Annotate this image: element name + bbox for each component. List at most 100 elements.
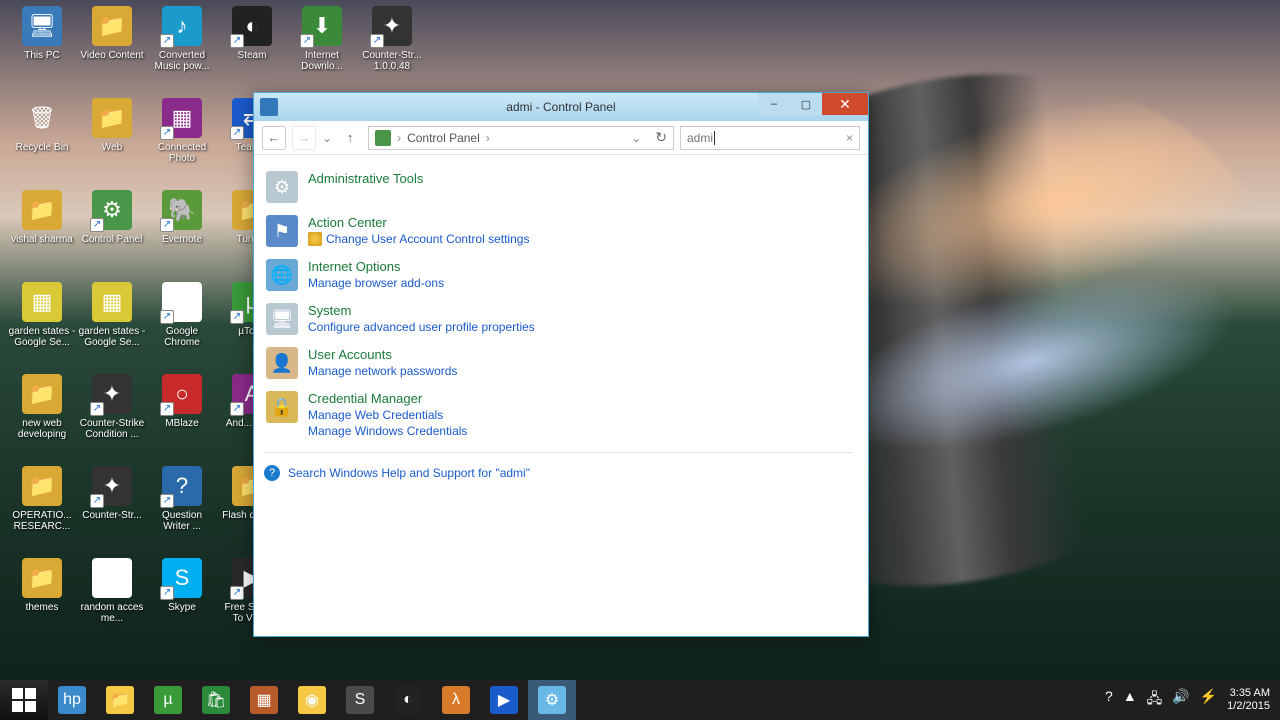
desktop-icon[interactable]: 📁themes bbox=[8, 556, 76, 634]
search-input[interactable]: admi × bbox=[680, 126, 860, 150]
result-title[interactable]: Credential Manager bbox=[308, 391, 467, 406]
taskbar-utorrent[interactable]: µ bbox=[144, 680, 192, 720]
app-icon: ✦↗ bbox=[92, 374, 132, 414]
breadcrumb-sep: › bbox=[486, 131, 490, 145]
clear-search-button[interactable]: × bbox=[846, 131, 853, 145]
desktop-icon[interactable]: 🖥This PC bbox=[8, 4, 76, 82]
search-help-link[interactable]: ?Search Windows Help and Support for "ad… bbox=[264, 452, 852, 481]
results-panel: ⚙Administrative Tools⚑Action CenterChang… bbox=[254, 155, 868, 636]
minimize-button[interactable]: – bbox=[758, 93, 790, 115]
app-icon: 📁 bbox=[22, 190, 62, 230]
result-title[interactable]: Internet Options bbox=[308, 259, 444, 274]
icon-label: Evernote bbox=[148, 234, 216, 245]
titlebar[interactable]: admi - Control Panel – ▢ ✕ bbox=[254, 93, 868, 121]
date: 1/2/2015 bbox=[1227, 700, 1270, 713]
result-title[interactable]: Action Center bbox=[308, 215, 529, 230]
desktop-icon[interactable]: 📁new web developing bbox=[8, 372, 76, 450]
tray-icon[interactable]: ⚡ bbox=[1200, 688, 1217, 712]
taskbar-media[interactable]: ▶ bbox=[480, 680, 528, 720]
back-button[interactable]: ← bbox=[262, 126, 286, 150]
app-icon: 🐘↗ bbox=[162, 190, 202, 230]
result-sublink[interactable]: Manage Web Credentials bbox=[308, 408, 467, 422]
result-title[interactable]: User Accounts bbox=[308, 347, 457, 362]
tray-icon[interactable]: 🖧 bbox=[1147, 688, 1163, 712]
result-sublink[interactable]: Configure advanced user profile properti… bbox=[308, 320, 535, 334]
result-title[interactable]: System bbox=[308, 303, 535, 318]
desktop-icon[interactable]: 📁OPERATIO... RESEARC... bbox=[8, 464, 76, 542]
system-tray: ? ▲ 🖧 🔊 ⚡ 3:35 AM 1/2/2015 bbox=[1105, 687, 1280, 713]
taskbar-app-icon: ▶ bbox=[490, 686, 518, 714]
icon-label: garden states - Google Se... bbox=[78, 326, 146, 348]
taskbar-app-icon: 📁 bbox=[106, 686, 134, 714]
desktop-icon[interactable]: ♪↗Converted Music pow... bbox=[148, 4, 216, 82]
breadcrumb-sep: › bbox=[397, 131, 401, 145]
up-button[interactable]: ↑ bbox=[338, 126, 362, 150]
desktop-icon[interactable]: ▦ garden states - Google Se... bbox=[78, 280, 146, 358]
result-icon: 👤 bbox=[266, 347, 298, 379]
taskbar-explorer[interactable]: 📁 bbox=[96, 680, 144, 720]
shortcut-arrow-icon: ↗ bbox=[160, 126, 174, 140]
address-bar[interactable]: › Control Panel › ⌄ ↻ bbox=[368, 126, 674, 150]
app-icon: ◐↗ bbox=[232, 6, 272, 46]
taskbar-sublime[interactable]: S bbox=[336, 680, 384, 720]
desktop-icon[interactable]: ?↗Question Writer ... bbox=[148, 464, 216, 542]
desktop-icon[interactable]: ⚙↗Control Panel bbox=[78, 188, 146, 266]
taskbar-control-panel[interactable]: ⚙ bbox=[528, 680, 576, 720]
desktop-icon[interactable]: S↗Skype bbox=[148, 556, 216, 634]
tray-icon[interactable]: ? bbox=[1105, 688, 1113, 712]
icon-label: Recycle Bin bbox=[8, 142, 76, 153]
desktop-icon[interactable]: ▦garden states - Google Se... bbox=[8, 280, 76, 358]
app-icon: ≡ bbox=[92, 558, 132, 598]
icon-label: Question Writer ... bbox=[148, 510, 216, 532]
taskbar-app-icon: µ bbox=[154, 686, 182, 714]
result-sublink[interactable]: Manage network passwords bbox=[308, 364, 457, 378]
taskbar-start[interactable] bbox=[0, 680, 48, 720]
result-sublink[interactable]: Change User Account Control settings bbox=[308, 232, 529, 246]
app-icon: ◉↗ bbox=[162, 282, 202, 322]
desktop-icon[interactable]: 🐘↗ Evernote bbox=[148, 188, 216, 266]
uac-shield-icon bbox=[308, 232, 322, 246]
desktop-icon[interactable]: 📁Video Content bbox=[78, 4, 146, 82]
taskbar-app-icon: 🛍 bbox=[202, 686, 230, 714]
shortcut-arrow-icon: ↗ bbox=[160, 218, 174, 232]
desktop-icon[interactable]: ◐↗Steam bbox=[218, 4, 286, 82]
desktop-icon[interactable]: 📁vishal sharma bbox=[8, 188, 76, 266]
app-icon: S↗ bbox=[162, 558, 202, 598]
refresh-button[interactable]: ↻ bbox=[655, 129, 667, 146]
result-item: 👤 User Accounts Manage network passwords bbox=[264, 341, 852, 385]
desktop-icon[interactable]: 🗑Recycle Bin bbox=[8, 96, 76, 174]
desktop-icon[interactable]: 📁Web bbox=[78, 96, 146, 174]
close-button[interactable]: ✕ bbox=[822, 93, 868, 115]
breadcrumb[interactable]: Control Panel bbox=[407, 131, 480, 145]
icon-label: Web bbox=[78, 142, 146, 153]
taskbar: hp 📁 µ 🛍 ▦◉S◐λ ▶ ⚙ ? ▲ 🖧 🔊 ⚡ 3:35 AM 1/2/2015 bbox=[0, 680, 1280, 720]
taskbar-store[interactable]: 🛍 bbox=[192, 680, 240, 720]
taskbar-steam[interactable]: ◐ bbox=[384, 680, 432, 720]
address-dropdown-icon[interactable]: ⌄ bbox=[631, 131, 641, 145]
clock[interactable]: 3:35 AM 1/2/2015 bbox=[1227, 687, 1270, 713]
desktop-icon[interactable]: ✦↗Counter-Strike Condition ... bbox=[78, 372, 146, 450]
app-icon: ▦ bbox=[92, 282, 132, 322]
desktop-icon[interactable]: ○↗MBlaze bbox=[148, 372, 216, 450]
icon-label: garden states - Google Se... bbox=[8, 326, 76, 348]
desktop-icon[interactable]: ⬇↗Internet Downlo... bbox=[288, 4, 356, 82]
taskbar-photos[interactable]: ▦ bbox=[240, 680, 288, 720]
desktop-icon[interactable]: ✦↗Counter-Str... bbox=[78, 464, 146, 542]
desktop-icon[interactable]: ≡random acces me... bbox=[78, 556, 146, 634]
taskbar-chrome[interactable]: ◉ bbox=[288, 680, 336, 720]
result-sublink[interactable]: Manage browser add-ons bbox=[308, 276, 444, 290]
result-sublink[interactable]: Manage Windows Credentials bbox=[308, 424, 467, 438]
navbar: ← → ⌄ ↑ › Control Panel › ⌄ ↻ admi × bbox=[254, 121, 868, 155]
maximize-button[interactable]: ▢ bbox=[790, 93, 822, 115]
result-item: ⚙Administrative Tools bbox=[264, 165, 852, 209]
tray-icon[interactable]: ▲ bbox=[1123, 688, 1137, 712]
recent-dropdown-icon[interactable]: ⌄ bbox=[322, 131, 332, 145]
desktop-icon[interactable]: ✦↗Counter-Str... 1.0.0.48 bbox=[358, 4, 426, 82]
result-title[interactable]: Administrative Tools bbox=[308, 171, 423, 186]
taskbar-hp[interactable]: hp bbox=[48, 680, 96, 720]
taskbar-halflife[interactable]: λ bbox=[432, 680, 480, 720]
desktop-icon[interactable]: ▦↗Connected Photo bbox=[148, 96, 216, 174]
forward-button[interactable]: → bbox=[292, 126, 316, 150]
tray-icon[interactable]: 🔊 bbox=[1172, 688, 1189, 712]
desktop-icon[interactable]: ◉↗Google Chrome bbox=[148, 280, 216, 358]
